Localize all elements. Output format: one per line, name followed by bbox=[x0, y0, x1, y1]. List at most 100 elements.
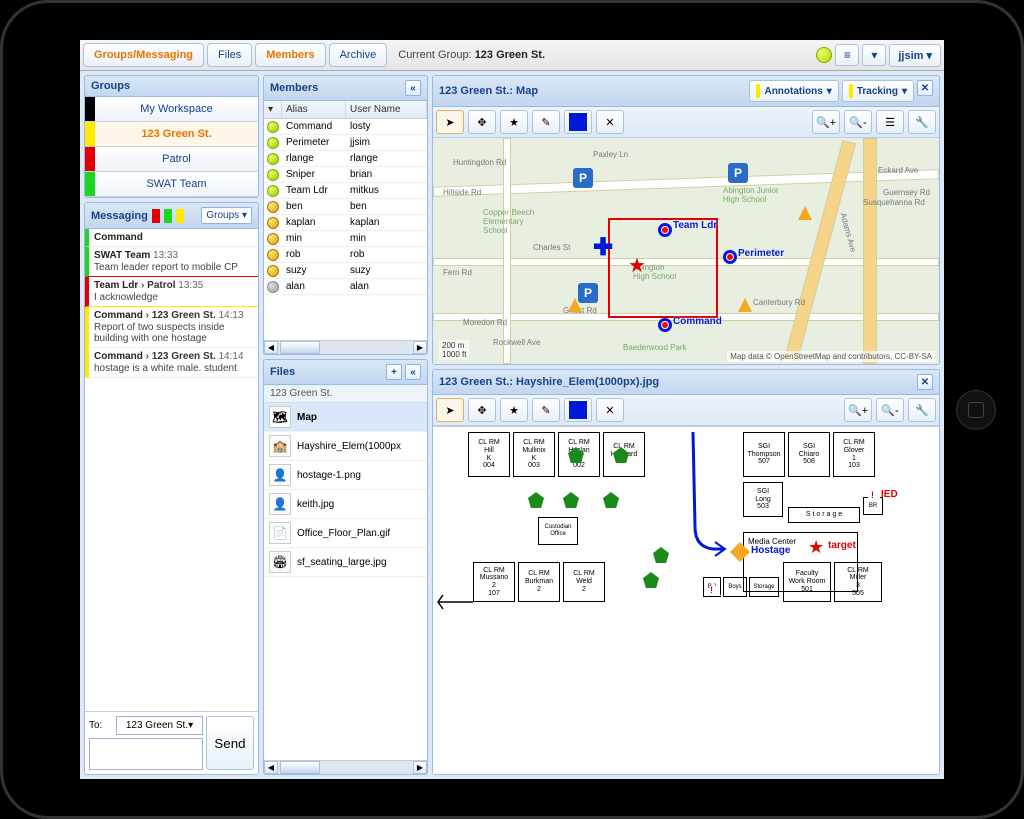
current-group-label: Current Group: 123 Green St. bbox=[398, 49, 545, 61]
img-tool-delete[interactable]: ✕ bbox=[596, 398, 624, 422]
member-row[interactable]: Perimeterjjsim bbox=[264, 135, 427, 151]
room-storage: S t o r a g e bbox=[788, 507, 860, 523]
parking-icon: P bbox=[573, 168, 593, 188]
map-layers[interactable]: ☰ bbox=[876, 110, 904, 134]
room-storage2: Storage bbox=[749, 577, 779, 597]
room: CL RMMullinixK003 bbox=[513, 432, 555, 477]
members-scrollbar[interactable]: ◀▶ bbox=[264, 340, 427, 354]
msg-color-green bbox=[164, 209, 172, 223]
member-row[interactable]: benben bbox=[264, 199, 427, 215]
member-row[interactable]: robrob bbox=[264, 247, 427, 263]
files-collapse-button[interactable]: « bbox=[405, 364, 421, 380]
map-settings[interactable]: 🔧 bbox=[908, 110, 936, 134]
groups-panel: Groups My Workspace123 Green St.PatrolSW… bbox=[84, 75, 259, 198]
send-button[interactable]: Send bbox=[206, 716, 254, 770]
messaging-title: Messaging bbox=[91, 210, 148, 222]
map-tool-pan[interactable]: ✥ bbox=[468, 110, 496, 134]
file-row[interactable]: 🗺Map bbox=[264, 403, 427, 432]
message-item[interactable]: Command › 123 Green St. 14:14hostage is … bbox=[85, 348, 258, 378]
tab-archive[interactable]: Archive bbox=[329, 43, 388, 67]
marker-perimeter[interactable] bbox=[723, 250, 737, 264]
room: FacultyWork Room501 bbox=[783, 562, 831, 602]
messaging-panel: Messaging Groups ▾ CommandSWAT Team 13:3… bbox=[84, 202, 259, 775]
cone-icon bbox=[798, 206, 812, 220]
img-tool-rect[interactable] bbox=[564, 398, 592, 422]
messages-list[interactable]: CommandSWAT Team 13:33Team leader report… bbox=[85, 229, 258, 711]
group-item[interactable]: My Workspace bbox=[85, 97, 258, 122]
tab-files[interactable]: Files bbox=[207, 43, 252, 67]
members-collapse-button[interactable]: « bbox=[405, 80, 421, 96]
compose-to-dropdown[interactable]: 123 Green St. ▾ bbox=[116, 716, 203, 735]
member-row[interactable]: minmin bbox=[264, 231, 427, 247]
map-zoom-out[interactable]: 🔍- bbox=[844, 110, 872, 134]
file-row[interactable]: 📄Office_Floor_Plan.gif bbox=[264, 519, 427, 548]
pentagon-icon bbox=[563, 492, 579, 508]
room: CL RMWeld2 bbox=[563, 562, 605, 602]
map-attribution: Map data © OpenStreetMap and contributor… bbox=[727, 351, 935, 362]
map-close-button[interactable]: ✕ bbox=[917, 80, 933, 96]
map-tool-star[interactable]: ★ bbox=[500, 110, 528, 134]
map-scale: 200 m 1000 ft bbox=[439, 340, 469, 360]
message-item[interactable]: SWAT Team 13:33Team leader report to mob… bbox=[85, 247, 258, 277]
map-tool-delete[interactable]: ✕ bbox=[596, 110, 624, 134]
group-item[interactable]: SWAT Team bbox=[85, 172, 258, 197]
tracking-dropdown[interactable]: Tracking ▾ bbox=[842, 80, 914, 102]
member-row[interactable]: alanalan bbox=[264, 279, 427, 295]
member-row[interactable]: Team Ldrmitkus bbox=[264, 183, 427, 199]
message-item[interactable]: Team Ldr › Patrol 13:35I acknowledge bbox=[85, 277, 258, 307]
map-canvas[interactable]: Copper Beech Elementary School Abington … bbox=[433, 138, 939, 364]
marker-command[interactable] bbox=[658, 318, 672, 332]
target-star-icon: ★ bbox=[808, 537, 824, 558]
map-tool-pointer[interactable]: ➤ bbox=[436, 110, 464, 134]
room: SGIChiaro508 bbox=[788, 432, 830, 477]
compose-message-input[interactable] bbox=[89, 738, 203, 770]
tablet-home-button[interactable] bbox=[956, 390, 996, 430]
img-tool-pointer[interactable]: ➤ bbox=[436, 398, 464, 422]
room: CL RMGlover1103 bbox=[833, 432, 875, 477]
file-row[interactable]: 👤hostage-1.png bbox=[264, 461, 427, 490]
files-add-button[interactable]: + bbox=[386, 364, 402, 380]
img-tool-pan[interactable]: ✥ bbox=[468, 398, 496, 422]
img-tool-draw[interactable]: ✎ bbox=[532, 398, 560, 422]
group-item[interactable]: 123 Green St. bbox=[85, 122, 258, 147]
file-row[interactable]: 👤keith.jpg bbox=[264, 490, 427, 519]
message-item[interactable]: Command bbox=[85, 229, 258, 247]
member-row[interactable]: Commandlosty bbox=[264, 119, 427, 135]
map-panel: 123 Green St.: Map Annotations ▾ Trackin… bbox=[432, 75, 940, 365]
annotations-dropdown[interactable]: Annotations ▾ bbox=[749, 80, 838, 102]
tab-groups-messaging[interactable]: Groups/Messaging bbox=[83, 43, 204, 67]
map-zoom-in[interactable]: 🔍+ bbox=[812, 110, 840, 134]
map-tool-draw[interactable]: ✎ bbox=[532, 110, 560, 134]
message-item[interactable]: Command › 123 Green St. 14:13Report of t… bbox=[85, 307, 258, 348]
marker-team-ldr[interactable] bbox=[658, 223, 672, 237]
pentagon-icon bbox=[528, 492, 544, 508]
map-tool-rect[interactable] bbox=[564, 110, 592, 134]
layout-dropdown-button[interactable]: ▾ bbox=[862, 44, 886, 66]
files-scrollbar[interactable]: ◀▶ bbox=[264, 760, 427, 774]
image-close-button[interactable]: ✕ bbox=[917, 374, 933, 390]
file-row[interactable]: 🏟sf_seating_large.jpg bbox=[264, 548, 427, 577]
group-item[interactable]: Patrol bbox=[85, 147, 258, 172]
room: SGIThompson507 bbox=[743, 432, 785, 477]
parking-icon: P bbox=[728, 163, 748, 183]
msg-color-red bbox=[152, 209, 160, 223]
img-tool-star[interactable]: ★ bbox=[500, 398, 528, 422]
pentagon-icon bbox=[653, 547, 669, 563]
img-zoom-out[interactable]: 🔍- bbox=[876, 398, 904, 422]
img-zoom-in[interactable]: 🔍+ bbox=[844, 398, 872, 422]
cone-icon bbox=[568, 298, 582, 312]
tab-members[interactable]: Members bbox=[255, 43, 325, 67]
floorplan-canvas[interactable]: CL RMHillK004CL RMMullinixK003CL RMHycla… bbox=[433, 426, 939, 774]
layout-toggle-button[interactable]: ≡ bbox=[835, 44, 859, 66]
member-row[interactable]: Sniperbrian bbox=[264, 167, 427, 183]
image-viewer-panel: 123 Green St.: Hayshire_Elem(1000px).jpg… bbox=[432, 369, 940, 775]
img-settings[interactable]: 🔧 bbox=[908, 398, 936, 422]
file-row[interactable]: 🏫Hayshire_Elem(1000px bbox=[264, 432, 427, 461]
member-row[interactable]: suzysuzy bbox=[264, 263, 427, 279]
member-row[interactable]: kaplankaplan bbox=[264, 215, 427, 231]
room: CL RMMussano2107 bbox=[473, 562, 515, 602]
messaging-groups-dropdown[interactable]: Groups ▾ bbox=[201, 207, 252, 224]
user-dropdown[interactable]: jjsim ▾ bbox=[889, 44, 941, 67]
files-breadcrumb[interactable]: 123 Green St. bbox=[264, 385, 427, 403]
member-row[interactable]: rlangerlange bbox=[264, 151, 427, 167]
